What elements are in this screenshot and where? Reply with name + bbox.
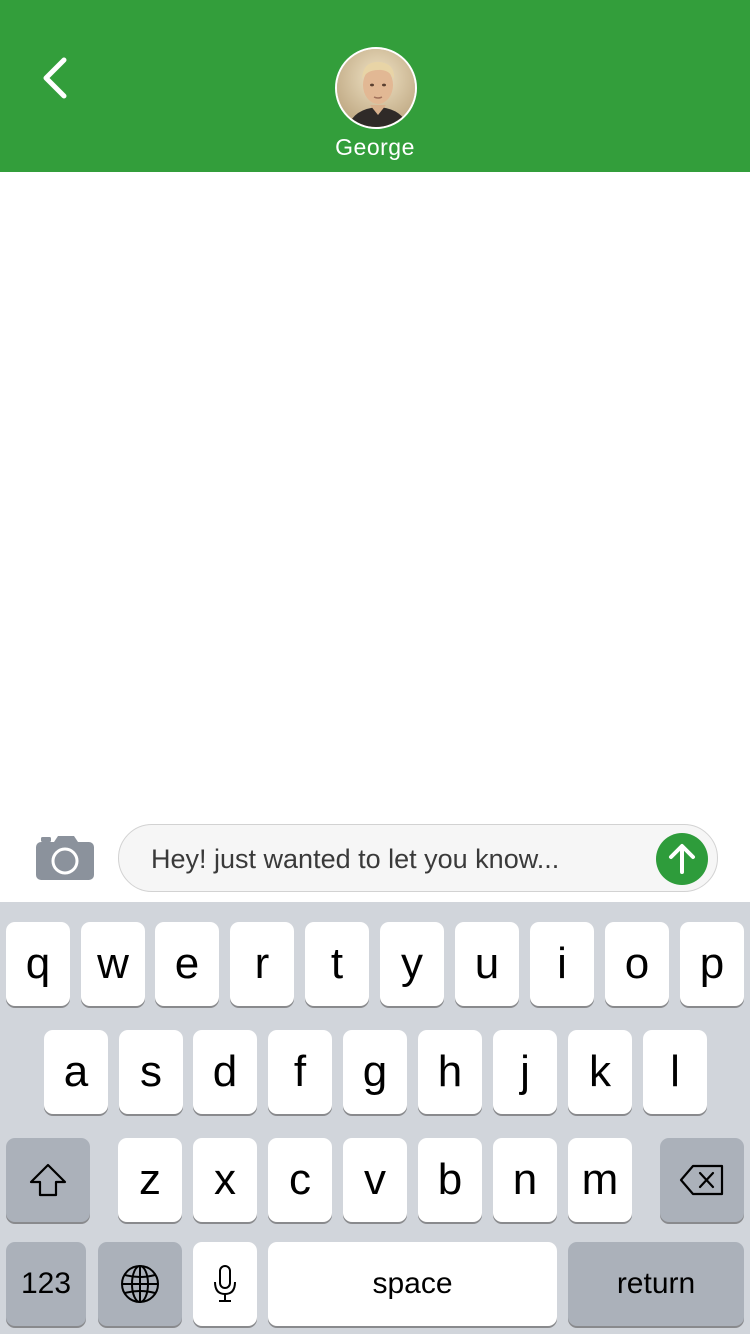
key-m[interactable]: m [568, 1138, 632, 1222]
camera-button[interactable] [36, 836, 96, 882]
message-input[interactable]: Hey! just wanted to let you know... [118, 824, 718, 892]
globe-icon [121, 1265, 159, 1303]
key-s[interactable]: s [119, 1030, 183, 1114]
key-k[interactable]: k [568, 1030, 632, 1114]
key-w[interactable]: w [81, 922, 145, 1006]
space-key[interactable]: space [268, 1242, 557, 1326]
send-button[interactable] [656, 833, 708, 885]
return-key[interactable]: return [568, 1242, 744, 1326]
key-e[interactable]: e [155, 922, 219, 1006]
dictation-key[interactable] [193, 1242, 257, 1326]
microphone-icon [214, 1265, 236, 1302]
key-r[interactable]: r [230, 922, 294, 1006]
key-y[interactable]: y [380, 922, 444, 1006]
key-v[interactable]: v [343, 1138, 407, 1222]
chevron-left-icon [43, 57, 67, 99]
camera-icon [36, 836, 94, 880]
key-g[interactable]: g [343, 1030, 407, 1114]
key-u[interactable]: u [455, 922, 519, 1006]
key-t[interactable]: t [305, 922, 369, 1006]
delete-key[interactable] [660, 1138, 744, 1222]
avatar[interactable] [335, 47, 417, 129]
contact-name: George [335, 134, 415, 160]
chat-header: George [0, 0, 750, 172]
key-d[interactable]: d [193, 1030, 257, 1114]
numbers-key[interactable]: 123 [6, 1242, 86, 1326]
key-n[interactable]: n [493, 1138, 557, 1222]
message-input-text[interactable]: Hey! just wanted to let you know... [151, 825, 641, 893]
backspace-icon [679, 1164, 724, 1196]
back-button[interactable] [30, 50, 80, 106]
key-p[interactable]: p [680, 922, 744, 1006]
key-h[interactable]: h [418, 1030, 482, 1114]
key-q[interactable]: q [6, 922, 70, 1006]
key-z[interactable]: z [118, 1138, 182, 1222]
key-o[interactable]: o [605, 922, 669, 1006]
avatar-photo [337, 49, 415, 127]
key-a[interactable]: a [44, 1030, 108, 1114]
key-j[interactable]: j [493, 1030, 557, 1114]
key-f[interactable]: f [268, 1030, 332, 1114]
shift-icon [29, 1163, 67, 1197]
composer-bar: Hey! just wanted to let you know... [0, 820, 750, 902]
key-i[interactable]: i [530, 922, 594, 1006]
keyboard: q w e r t y u i o p a s d f g h j k l z … [0, 902, 750, 1334]
globe-key[interactable] [98, 1242, 182, 1326]
arrow-up-icon [669, 844, 695, 874]
message-list[interactable] [0, 172, 750, 820]
key-b[interactable]: b [418, 1138, 482, 1222]
shift-key[interactable] [6, 1138, 90, 1222]
key-x[interactable]: x [193, 1138, 257, 1222]
key-c[interactable]: c [268, 1138, 332, 1222]
key-l[interactable]: l [643, 1030, 707, 1114]
